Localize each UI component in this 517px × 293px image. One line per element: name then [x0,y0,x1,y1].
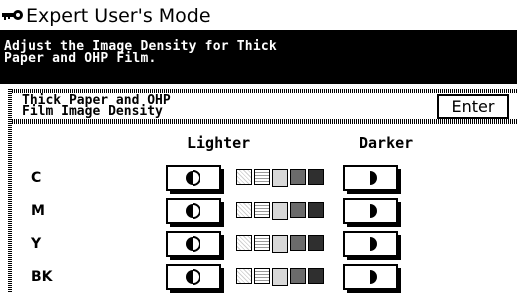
density-step [290,169,306,185]
window-title: Expert User's Mode [26,5,211,27]
lighter-icon [186,170,200,186]
density-scale-c [236,169,331,187]
density-step-selected [272,235,288,253]
darker-icon [363,204,377,218]
panel-header-divider [12,119,517,124]
density-step [236,235,252,251]
darker-icon [363,270,377,284]
density-step [236,202,252,218]
lighter-button-m[interactable] [166,198,224,227]
density-step [236,169,252,185]
darker-button-c[interactable] [343,165,401,194]
message-text: Adjust the Image Density for Thick Paper… [4,39,277,66]
lighter-button-y[interactable] [166,231,224,260]
title-bar: Expert User's Mode [0,0,517,34]
density-step [254,169,270,185]
density-step [254,268,270,284]
lighter-column-label: Lighter [187,134,251,152]
lighter-button-bk[interactable] [166,264,224,293]
darker-button-bk[interactable] [343,264,401,293]
density-scale-m [236,202,331,220]
density-step [308,169,324,185]
darker-icon [363,171,377,185]
enter-button[interactable]: Enter [437,94,509,119]
darker-button-m[interactable] [343,198,401,227]
darker-column-label: Darker [359,134,414,152]
message-bar: Adjust the Image Density for Thick Paper… [0,33,517,84]
lighter-icon [186,203,200,219]
density-step [290,268,306,284]
key-icon [2,10,23,20]
row-label-c: C [31,170,42,186]
row-label-m: M [31,203,45,219]
lighter-icon [186,236,200,252]
density-scale-y [236,235,331,253]
row-label-bk: BK [31,269,53,285]
lighter-button-c[interactable] [166,165,224,194]
density-step [308,268,324,284]
density-step [236,268,252,284]
panel-title: Thick Paper and OHP Film Image Density [22,93,171,119]
density-step [290,202,306,218]
darker-button-y[interactable] [343,231,401,260]
darker-icon [363,237,377,251]
row-label-y: Y [31,236,42,252]
density-step [254,202,270,218]
density-scale-bk [236,268,331,286]
lighter-icon [186,269,200,285]
density-step-selected [272,169,288,187]
density-step [254,235,270,251]
density-step-selected [272,268,288,286]
density-step [308,235,324,251]
density-step-selected [272,202,288,220]
density-step [290,235,306,251]
density-step [308,202,324,218]
